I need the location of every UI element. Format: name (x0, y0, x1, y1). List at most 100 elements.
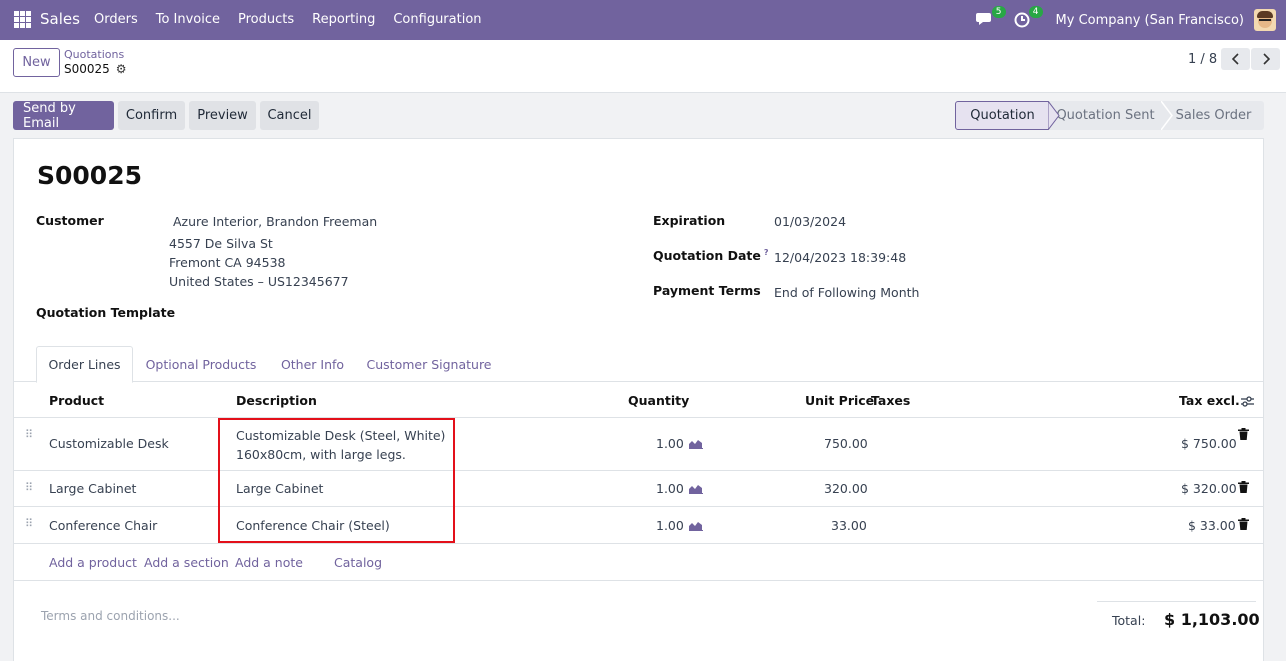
app-name[interactable]: Sales (40, 10, 80, 28)
row-product[interactable]: Large Cabinet (49, 481, 136, 496)
row-unit-price[interactable]: 320.00 (824, 481, 868, 496)
activities-badge: 4 (1028, 6, 1043, 18)
add-note-link[interactable]: Add a note (235, 555, 303, 570)
customer-address-line2: Fremont CA 94538 (169, 255, 286, 270)
optional-columns-icon[interactable] (1241, 396, 1254, 407)
systray: 5 4 My Company (San Francisco) (975, 0, 1286, 40)
column-taxes[interactable]: Taxes (871, 393, 910, 408)
quotation-date-label: Quotation Date? (653, 248, 769, 263)
column-unit-price[interactable]: Unit Price (805, 393, 874, 408)
chevron-left-icon (1231, 53, 1239, 65)
customer-address-line1: 4557 De Silva St (169, 236, 273, 251)
row-subtotal: $ 33.00 (1188, 518, 1236, 533)
forecast-chart-icon[interactable] (689, 483, 703, 494)
table-row[interactable]: ⠿ Large Cabinet Large Cabinet 1.00 320.0… (14, 471, 1263, 507)
add-section-link[interactable]: Add a section (144, 555, 229, 570)
customer-label: Customer (36, 213, 104, 228)
pager-value[interactable]: 1 / 8 (1188, 52, 1217, 67)
description-highlight-box (218, 418, 455, 543)
row-quantity[interactable]: 1.00 (656, 436, 684, 451)
payment-terms-field[interactable]: End of Following Month (774, 285, 919, 300)
terms-and-conditions-field[interactable]: Terms and conditions... (41, 609, 180, 623)
company-switcher[interactable]: My Company (San Francisco) (1056, 13, 1244, 28)
row-product[interactable]: Conference Chair (49, 518, 157, 533)
menu-item-orders[interactable]: Orders (94, 12, 138, 27)
chevron-right-icon (1262, 53, 1270, 65)
column-product[interactable]: Product (49, 393, 104, 408)
trash-icon[interactable] (1238, 481, 1249, 493)
tab-order-lines[interactable]: Order Lines (36, 346, 133, 383)
status-bar: Send by Email Confirm Preview Cancel Quo… (0, 93, 1286, 138)
main-menu: Orders To Invoice Products Reporting Con… (94, 12, 500, 27)
menu-item-reporting[interactable]: Reporting (312, 12, 375, 27)
trash-icon[interactable] (1238, 428, 1249, 440)
trash-icon[interactable] (1238, 518, 1249, 530)
table-row[interactable]: ⠿ Customizable Desk Customizable Desk (S… (14, 418, 1263, 471)
pager-previous-button[interactable] (1221, 48, 1250, 70)
send-by-email-button[interactable]: Send by Email (13, 101, 114, 131)
gear-icon[interactable]: ⚙ (116, 62, 127, 76)
quotation-date-label-text: Quotation Date (653, 248, 761, 264)
catalog-link[interactable]: Catalog (334, 555, 382, 570)
preview-button[interactable]: Preview (189, 101, 256, 130)
total-value: $ 1,103.00 (1164, 610, 1260, 629)
row-quantity[interactable]: 1.00 (656, 481, 684, 496)
add-product-link[interactable]: Add a product (49, 555, 137, 570)
tab-customer-signature[interactable]: Customer Signature (359, 346, 499, 383)
breadcrumb-current: S00025 ⚙ (64, 62, 127, 76)
messages-badge: 5 (991, 6, 1006, 18)
menu-item-products[interactable]: Products (238, 12, 294, 27)
total-label: Total: (1112, 613, 1146, 628)
notebook-tabs: Order Lines Optional Products Other Info… (14, 346, 1263, 383)
column-description[interactable]: Description (236, 393, 317, 408)
stage-quotation[interactable]: Quotation (955, 101, 1050, 130)
drag-handle-icon[interactable]: ⠿ (25, 517, 33, 530)
apps-grid-icon[interactable] (14, 11, 31, 28)
record-title: S00025 (37, 161, 142, 190)
tab-optional-products[interactable]: Optional Products (136, 346, 266, 383)
messages-icon[interactable]: 5 (975, 6, 1006, 29)
order-lines-header: Product Description Quantity Unit Price … (14, 382, 1263, 418)
forecast-chart-icon[interactable] (689, 438, 703, 449)
row-unit-price[interactable]: 750.00 (824, 436, 868, 451)
table-row[interactable]: ⠿ Conference Chair Conference Chair (Ste… (14, 507, 1263, 544)
control-panel: New Quotations S00025 ⚙ 1 / 8 (0, 40, 1286, 93)
total-divider (1097, 601, 1256, 602)
user-avatar[interactable] (1254, 9, 1276, 31)
menu-item-to-invoice[interactable]: To Invoice (156, 12, 220, 27)
expiration-label: Expiration (653, 213, 726, 228)
confirm-button[interactable]: Confirm (118, 101, 185, 130)
stage-arrow-icon (1048, 101, 1060, 130)
breadcrumb-current-label: S00025 (64, 62, 110, 76)
row-subtotal: $ 750.00 (1181, 436, 1237, 451)
top-navbar: Sales Orders To Invoice Products Reporti… (0, 0, 1286, 40)
quotation-template-label: Quotation Template (36, 305, 176, 320)
add-line-controls: Add a product Add a section Add a note C… (14, 544, 1263, 581)
column-tax-excl[interactable]: Tax excl. (1179, 393, 1240, 408)
row-quantity[interactable]: 1.00 (656, 518, 684, 533)
customer-address-line3: United States – US12345677 (169, 274, 349, 289)
help-tooltip-icon[interactable]: ? (764, 248, 769, 257)
column-quantity[interactable]: Quantity (628, 393, 689, 408)
new-button[interactable]: New (13, 48, 60, 77)
payment-terms-label: Payment Terms (653, 283, 761, 298)
row-subtotal: $ 320.00 (1181, 481, 1237, 496)
activities-icon[interactable]: 4 (1013, 6, 1043, 29)
stage-quotation-sent[interactable]: Quotation Sent (1048, 101, 1163, 130)
quotation-date-field[interactable]: 12/04/2023 18:39:48 (774, 250, 906, 265)
stage-arrow-icon (1161, 101, 1173, 130)
form-sheet: S00025 Customer Azure Interior, Brandon … (13, 138, 1264, 661)
tab-other-info[interactable]: Other Info (269, 346, 356, 383)
drag-handle-icon[interactable]: ⠿ (25, 481, 33, 494)
expiration-field[interactable]: 01/03/2024 (774, 214, 846, 229)
drag-handle-icon[interactable]: ⠿ (25, 428, 33, 441)
row-product[interactable]: Customizable Desk (49, 436, 169, 451)
stage-sales-order[interactable]: Sales Order (1163, 101, 1264, 130)
forecast-chart-icon[interactable] (689, 520, 703, 531)
customer-field[interactable]: Azure Interior, Brandon Freeman (173, 214, 377, 229)
menu-item-configuration[interactable]: Configuration (393, 12, 481, 27)
breadcrumb-parent[interactable]: Quotations (64, 48, 124, 61)
pager-next-button[interactable] (1251, 48, 1280, 70)
row-unit-price[interactable]: 33.00 (831, 518, 867, 533)
cancel-button[interactable]: Cancel (260, 101, 319, 130)
